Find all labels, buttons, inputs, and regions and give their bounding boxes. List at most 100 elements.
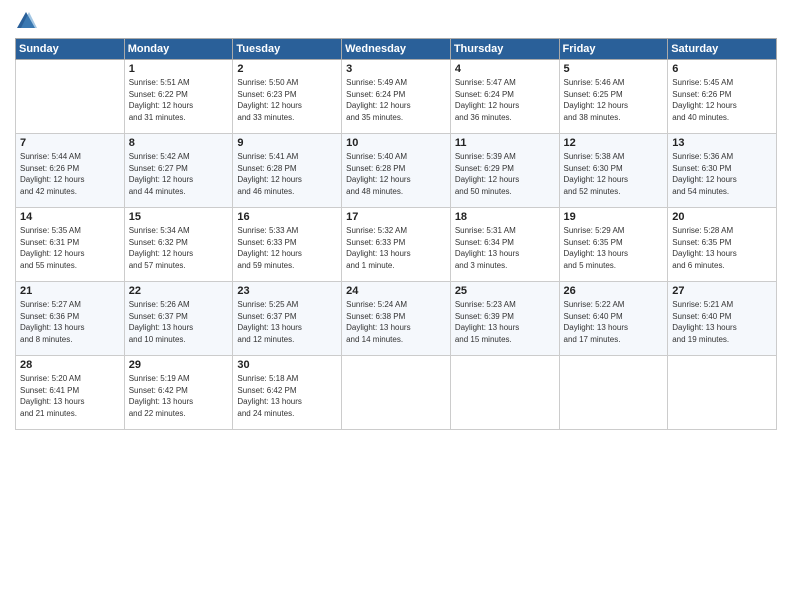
day-cell — [342, 356, 451, 430]
day-cell: 18Sunrise: 5:31 AMSunset: 6:34 PMDayligh… — [450, 208, 559, 282]
day-cell — [559, 356, 668, 430]
day-number: 2 — [237, 63, 337, 75]
day-cell: 26 Sunrise: 5:22 AMSunset: 6:40 PMDayligh… — [559, 282, 668, 356]
day-info: Sunrise: 5:40 AMSunset: 6:28 PMDaylight:… — [346, 151, 446, 197]
day-cell: 23 Sunrise: 5:25 AMSunset: 6:37 PMDayligh… — [233, 282, 342, 356]
col-header-saturday: Saturday — [668, 39, 777, 60]
day-cell: 24Sunrise: 5:24 AMSunset: 6:38 PMDayligh… — [342, 282, 451, 356]
day-info: Sunrise: 5:50 AMSunset: 6:23 PMDaylight:… — [237, 77, 337, 123]
week-row-4: 21 Sunrise: 5:27 AMSunset: 6:36 PMDayligh… — [16, 282, 777, 356]
day-cell: 22 Sunrise: 5:26 AMSunset: 6:37 PMDayligh… — [124, 282, 233, 356]
day-info: Sunrise: 5:21 AMSunset: 6:40 PMDaylight:… — [672, 299, 772, 345]
day-cell: 28Sunrise: 5:20 AMSunset: 6:41 PMDayligh… — [16, 356, 125, 430]
day-number: 5 — [564, 63, 664, 75]
day-cell — [16, 60, 125, 134]
col-header-wednesday: Wednesday — [342, 39, 451, 60]
day-number: 27 — [672, 285, 772, 297]
day-info: Sunrise: 5:19 AMSunset: 6:42 PMDaylight:… — [129, 373, 229, 419]
day-number: 4 — [455, 63, 555, 75]
day-info: Sunrise: 5:41 AMSunset: 6:28 PMDaylight:… — [237, 151, 337, 197]
day-number: 30 — [237, 359, 337, 371]
day-info: Sunrise: 5:39 AMSunset: 6:29 PMDaylight:… — [455, 151, 555, 197]
day-cell: 12Sunrise: 5:38 AMSunset: 6:30 PMDayligh… — [559, 134, 668, 208]
logo-icon — [15, 10, 37, 32]
day-number: 7 — [20, 137, 120, 149]
day-cell: 1Sunrise: 5:51 AMSunset: 6:22 PMDaylight… — [124, 60, 233, 134]
day-cell: 8 Sunrise: 5:42 AMSunset: 6:27 PMDaylight… — [124, 134, 233, 208]
day-info: Sunrise: 5:25 AMSunset: 6:37 PMDaylight:… — [237, 299, 337, 345]
day-cell: 15 Sunrise: 5:34 AMSunset: 6:32 PMDayligh… — [124, 208, 233, 282]
day-number: 21 — [20, 285, 120, 297]
day-number: 3 — [346, 63, 446, 75]
day-number: 28 — [20, 359, 120, 371]
day-cell: 19 Sunrise: 5:29 AMSunset: 6:35 PMDayligh… — [559, 208, 668, 282]
day-number: 17 — [346, 211, 446, 223]
day-info: Sunrise: 5:23 AMSunset: 6:39 PMDaylight:… — [455, 299, 555, 345]
day-cell: 2 Sunrise: 5:50 AMSunset: 6:23 PMDaylight… — [233, 60, 342, 134]
day-number: 9 — [237, 137, 337, 149]
day-cell: 14 Sunrise: 5:35 AMSunset: 6:31 PMDayligh… — [16, 208, 125, 282]
day-number: 8 — [129, 137, 229, 149]
day-number: 19 — [564, 211, 664, 223]
day-number: 26 — [564, 285, 664, 297]
col-header-tuesday: Tuesday — [233, 39, 342, 60]
day-cell — [668, 356, 777, 430]
day-cell: 7 Sunrise: 5:44 AMSunset: 6:26 PMDaylight… — [16, 134, 125, 208]
day-number: 1 — [129, 63, 229, 75]
day-info: Sunrise: 5:34 AMSunset: 6:32 PMDaylight:… — [129, 225, 229, 271]
col-header-sunday: Sunday — [16, 39, 125, 60]
day-cell: 13 Sunrise: 5:36 AMSunset: 6:30 PMDayligh… — [668, 134, 777, 208]
day-cell: 3 Sunrise: 5:49 AMSunset: 6:24 PMDaylight… — [342, 60, 451, 134]
col-header-friday: Friday — [559, 39, 668, 60]
header-row: SundayMondayTuesdayWednesdayThursdayFrid… — [16, 39, 777, 60]
day-number: 20 — [672, 211, 772, 223]
day-number: 12 — [564, 137, 664, 149]
day-number: 14 — [20, 211, 120, 223]
day-cell: 30 Sunrise: 5:18 AMSunset: 6:42 PMDayligh… — [233, 356, 342, 430]
day-info: Sunrise: 5:44 AMSunset: 6:26 PMDaylight:… — [20, 151, 120, 197]
day-cell: 27 Sunrise: 5:21 AMSunset: 6:40 PMDayligh… — [668, 282, 777, 356]
day-cell: 25 Sunrise: 5:23 AMSunset: 6:39 PMDayligh… — [450, 282, 559, 356]
day-cell: 29 Sunrise: 5:19 AMSunset: 6:42 PMDayligh… — [124, 356, 233, 430]
day-cell: 9 Sunrise: 5:41 AMSunset: 6:28 PMDaylight… — [233, 134, 342, 208]
day-info: Sunrise: 5:24 AMSunset: 6:38 PMDaylight:… — [346, 299, 446, 345]
day-cell: 11 Sunrise: 5:39 AMSunset: 6:29 PMDayligh… — [450, 134, 559, 208]
day-cell — [450, 356, 559, 430]
day-info: Sunrise: 5:47 AMSunset: 6:24 PMDaylight:… — [455, 77, 555, 123]
day-info: Sunrise: 5:33 AMSunset: 6:33 PMDaylight:… — [237, 225, 337, 271]
week-row-5: 28Sunrise: 5:20 AMSunset: 6:41 PMDayligh… — [16, 356, 777, 430]
day-number: 15 — [129, 211, 229, 223]
week-row-1: 1Sunrise: 5:51 AMSunset: 6:22 PMDaylight… — [16, 60, 777, 134]
day-info: Sunrise: 5:36 AMSunset: 6:30 PMDaylight:… — [672, 151, 772, 197]
day-cell: 4 Sunrise: 5:47 AMSunset: 6:24 PMDaylight… — [450, 60, 559, 134]
day-info: Sunrise: 5:22 AMSunset: 6:40 PMDaylight:… — [564, 299, 664, 345]
day-number: 25 — [455, 285, 555, 297]
day-info: Sunrise: 5:29 AMSunset: 6:35 PMDaylight:… — [564, 225, 664, 271]
day-info: Sunrise: 5:42 AMSunset: 6:27 PMDaylight:… — [129, 151, 229, 197]
day-number: 23 — [237, 285, 337, 297]
day-number: 13 — [672, 137, 772, 149]
day-cell: 17 Sunrise: 5:32 AMSunset: 6:33 PMDayligh… — [342, 208, 451, 282]
day-number: 22 — [129, 285, 229, 297]
header — [15, 10, 777, 32]
day-info: Sunrise: 5:35 AMSunset: 6:31 PMDaylight:… — [20, 225, 120, 271]
day-info: Sunrise: 5:26 AMSunset: 6:37 PMDaylight:… — [129, 299, 229, 345]
day-number: 16 — [237, 211, 337, 223]
week-row-2: 7 Sunrise: 5:44 AMSunset: 6:26 PMDaylight… — [16, 134, 777, 208]
day-number: 10 — [346, 137, 446, 149]
day-cell: 21 Sunrise: 5:27 AMSunset: 6:36 PMDayligh… — [16, 282, 125, 356]
day-info: Sunrise: 5:27 AMSunset: 6:36 PMDaylight:… — [20, 299, 120, 345]
day-info: Sunrise: 5:18 AMSunset: 6:42 PMDaylight:… — [237, 373, 337, 419]
day-number: 18 — [455, 211, 555, 223]
day-info: Sunrise: 5:49 AMSunset: 6:24 PMDaylight:… — [346, 77, 446, 123]
day-info: Sunrise: 5:32 AMSunset: 6:33 PMDaylight:… — [346, 225, 446, 271]
day-number: 29 — [129, 359, 229, 371]
logo — [15, 10, 41, 32]
day-number: 11 — [455, 137, 555, 149]
day-info: Sunrise: 5:45 AMSunset: 6:26 PMDaylight:… — [672, 77, 772, 123]
day-info: Sunrise: 5:28 AMSunset: 6:35 PMDaylight:… — [672, 225, 772, 271]
day-number: 6 — [672, 63, 772, 75]
day-info: Sunrise: 5:46 AMSunset: 6:25 PMDaylight:… — [564, 77, 664, 123]
col-header-thursday: Thursday — [450, 39, 559, 60]
day-cell: 20 Sunrise: 5:28 AMSunset: 6:35 PMDayligh… — [668, 208, 777, 282]
